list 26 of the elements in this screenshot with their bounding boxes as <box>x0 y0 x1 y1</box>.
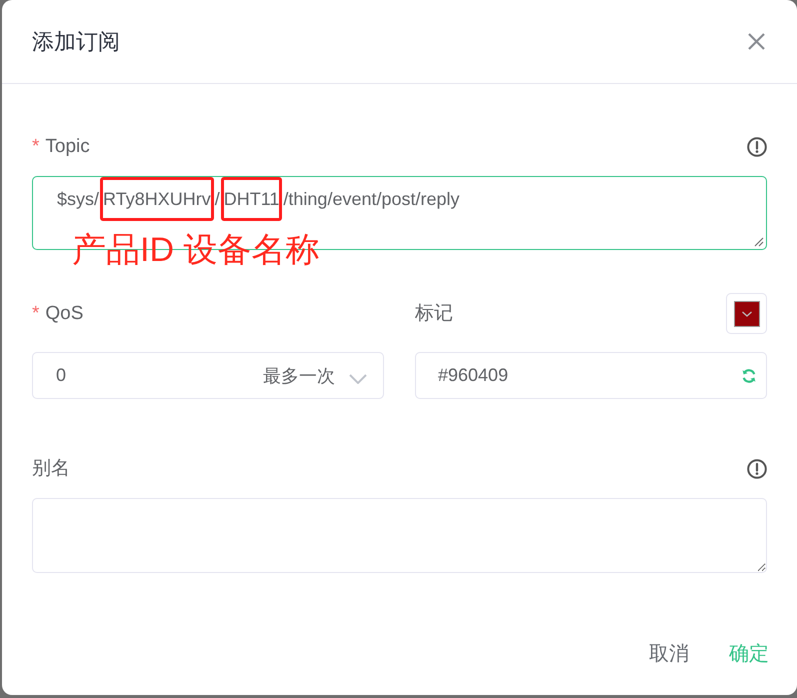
field-label: Topic <box>45 135 90 159</box>
alias-field[interactable] <box>32 498 767 573</box>
topic-value: $sys/ RTy8HXUHrv / DHT11 /thing/event/post/reply <box>56 177 461 221</box>
annotation-box: RTy8HXUHrv <box>100 177 214 221</box>
cancel-button[interactable]: 取消 <box>639 633 699 673</box>
field-label: 别名 <box>32 457 70 481</box>
chevron-down-icon <box>349 374 367 384</box>
refresh-icon[interactable] <box>741 368 757 384</box>
qos-select[interactable]: 0 最多一次 <box>32 352 384 399</box>
color-picker-button[interactable] <box>726 293 767 334</box>
close-icon <box>748 33 765 50</box>
mark-input[interactable]: #960409 <box>415 352 767 399</box>
annotation-box: DHT11 <box>220 177 282 221</box>
resize-handle-icon[interactable] <box>754 237 764 247</box>
color-swatch-icon <box>734 300 760 326</box>
mark-value: #960409 <box>438 365 510 386</box>
field-label: QoS <box>45 302 84 326</box>
required-mark: * <box>32 135 40 159</box>
info-icon <box>747 459 767 479</box>
required-mark: * <box>32 302 40 326</box>
field-label: 标记 <box>415 302 453 326</box>
info-icon <box>747 137 767 157</box>
close-button[interactable] <box>746 31 767 52</box>
dialog-title: 添加订阅 <box>32 28 120 56</box>
qos-value: 0 <box>56 365 68 386</box>
qos-description: 最多一次 <box>263 364 335 388</box>
